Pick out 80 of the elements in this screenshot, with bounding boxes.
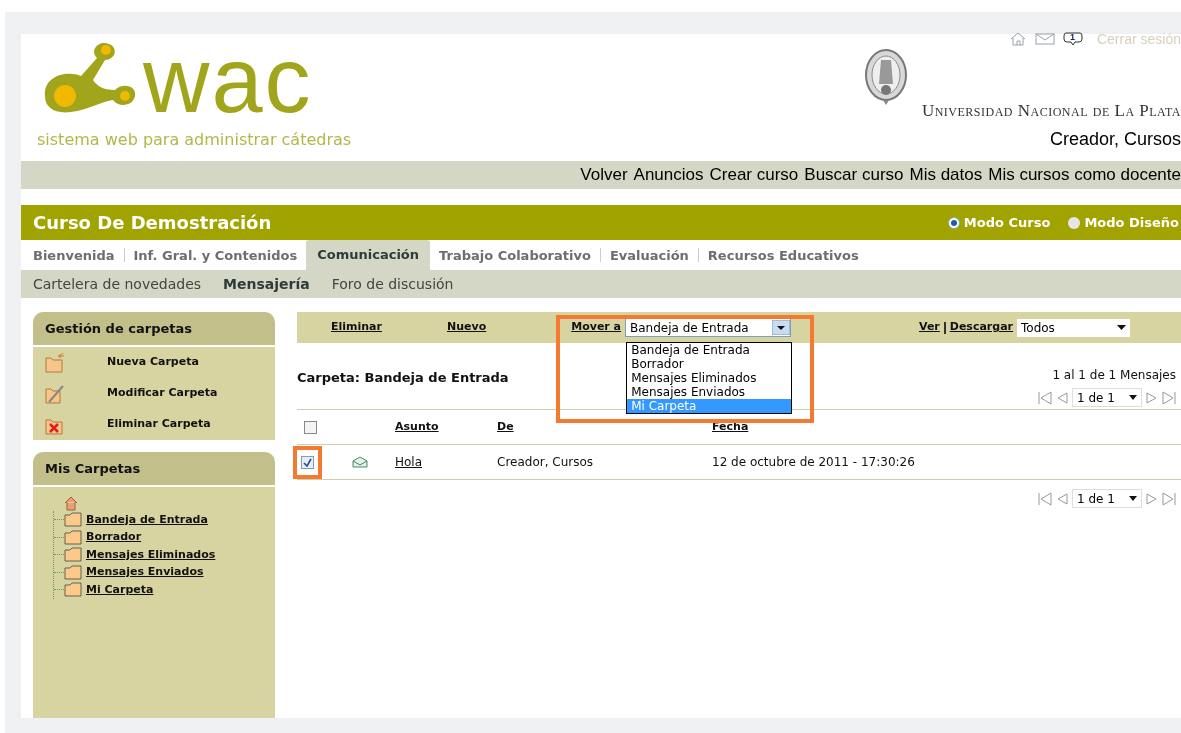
select-all-checkbox[interactable] xyxy=(304,420,317,434)
last-page-icon xyxy=(1162,491,1176,506)
highlight-frame xyxy=(293,445,322,479)
message-subject-link[interactable]: Hola xyxy=(395,453,423,471)
university-seal-icon xyxy=(863,48,909,106)
nav-link[interactable]: Anuncios xyxy=(633,162,704,188)
message-count-text: 1 al 1 de 1 Mensajes xyxy=(1052,367,1176,384)
nav-link[interactable]: Volver xyxy=(580,162,628,188)
dropdown-arrow-icon xyxy=(1129,395,1137,400)
folder-action-link[interactable]: Nueva Carpeta xyxy=(107,354,199,371)
folder-icon xyxy=(64,512,82,528)
folder-link[interactable]: Borrador xyxy=(86,529,142,546)
dropdown-arrow-icon xyxy=(772,320,790,335)
dropdown-option[interactable]: Borrador xyxy=(627,357,792,371)
folder-link[interactable]: Mensajes Enviados xyxy=(86,564,204,581)
subtab[interactable]: Mensajería xyxy=(223,273,310,295)
next-page-icon xyxy=(1146,390,1158,405)
tab[interactable]: Comunicación xyxy=(306,240,431,270)
table-cell-text: Creador, Cursos xyxy=(497,454,595,471)
tab[interactable]: Bienvenida xyxy=(33,242,124,270)
envelope-icon xyxy=(352,456,368,468)
home-icon xyxy=(63,495,79,511)
course-title: Curso De Demostración xyxy=(33,211,272,235)
tab[interactable]: Inf. Gral. y Contenidos xyxy=(124,242,307,270)
dropdown-arrow-icon xyxy=(1117,325,1126,330)
folder-icon xyxy=(64,529,82,545)
nav-link[interactable]: Buscar curso xyxy=(804,162,904,188)
panel-header: Gestión de carpetas xyxy=(33,312,275,345)
view-link[interactable]: Ver xyxy=(918,319,940,336)
university-name: Universidad Nacional de La Plata xyxy=(921,100,1181,122)
nav-link[interactable]: Mis datos xyxy=(909,162,983,188)
message-bubble[interactable]: 1 xyxy=(1062,32,1083,46)
first-page-icon xyxy=(1038,390,1052,405)
folder-title: Carpeta: Bandeja de Entrada xyxy=(297,369,509,387)
folder-link[interactable]: Mi Carpeta xyxy=(86,581,154,598)
previous-page-icon xyxy=(1056,390,1068,405)
logo-text: wac xyxy=(143,40,313,120)
subtab[interactable]: Cartelera de novedades xyxy=(33,273,202,295)
first-page-icon xyxy=(1038,491,1052,506)
user-name: Creador, Cursos xyxy=(1049,127,1181,151)
delete-link[interactable]: Eliminar xyxy=(331,319,382,336)
new-link[interactable]: Nuevo xyxy=(446,319,487,336)
mail-icon xyxy=(1034,33,1055,45)
dropdown-arrow-icon xyxy=(1129,496,1137,501)
nav-link[interactable]: Mis cursos como docente xyxy=(988,162,1181,188)
nav-link[interactable]: Crear curso xyxy=(709,162,799,188)
page-select[interactable]: 1 de 1 xyxy=(1072,388,1142,407)
panel-header: Mis Carpetas xyxy=(33,452,275,485)
folder-action-link[interactable]: Eliminar Carpeta xyxy=(107,416,211,433)
new-folder-icon xyxy=(45,352,65,373)
folder-icon xyxy=(64,582,82,598)
folder-link[interactable]: Mensajes Eliminados xyxy=(86,546,216,563)
download-link[interactable]: Descargar xyxy=(949,319,1013,336)
message-count: 1 xyxy=(1069,31,1075,44)
home-icon xyxy=(1008,32,1027,46)
tab[interactable]: Recursos Educativos xyxy=(698,242,868,270)
column-header[interactable]: De xyxy=(497,418,514,436)
tab[interactable]: Trabajo Colaborativo xyxy=(430,242,600,270)
row-checkbox[interactable] xyxy=(301,455,314,469)
dropdown-option[interactable]: Mensajes Eliminados xyxy=(627,371,792,385)
page-select[interactable]: 1 de 1 xyxy=(1072,489,1142,508)
folder-icon xyxy=(64,564,82,580)
next-page-icon xyxy=(1146,491,1158,506)
subtab[interactable]: Foro de discusión xyxy=(331,273,454,295)
filter-select[interactable]: Todos xyxy=(1017,318,1130,337)
edit-folder-icon xyxy=(45,383,65,404)
folder-action-link[interactable]: Modificar Carpeta xyxy=(107,385,218,402)
folder-icon xyxy=(64,547,82,563)
check-icon xyxy=(303,457,312,467)
previous-page-icon xyxy=(1056,491,1068,506)
column-header[interactable]: Asunto xyxy=(395,418,439,436)
dropdown-option[interactable]: Mensajes Enviados xyxy=(627,385,792,399)
move-to-link[interactable]: Mover a xyxy=(571,319,621,336)
dropdown-option[interactable]: Bandeja de Entrada xyxy=(627,343,792,357)
last-page-icon xyxy=(1162,390,1176,405)
speech-bubble-icon xyxy=(1062,32,1083,46)
table-cell-text: 12 de octubre de 2011 - 17:30:26 xyxy=(712,454,916,471)
folder-link[interactable]: Bandeja de Entrada xyxy=(86,511,208,528)
logo-tagline: sistema web para administrar cátedras xyxy=(37,130,352,150)
tab[interactable]: Evaluación xyxy=(600,242,698,270)
